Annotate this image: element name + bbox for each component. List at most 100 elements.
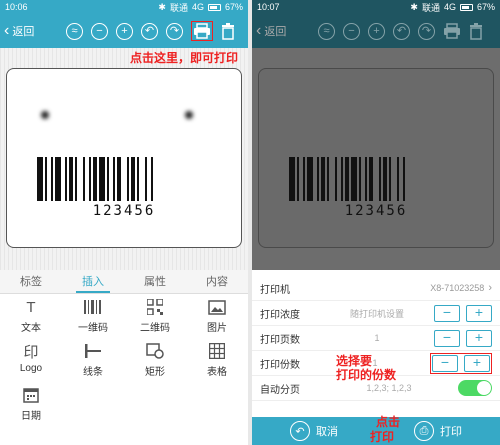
label-preview: 123456 — [258, 68, 494, 248]
printer-icon — [194, 23, 210, 39]
tab-content[interactable]: 内容 — [186, 270, 248, 293]
tool-label: Logo — [19, 363, 43, 374]
back-button[interactable]: ‹ 返回 — [4, 23, 60, 39]
copies-stepper: − + — [430, 352, 492, 374]
tool-label: 一维码 — [78, 323, 108, 334]
back-label: 返回 — [264, 26, 287, 38]
pages-decrease-button[interactable]: − — [434, 329, 460, 347]
copies-annotation-line2: 打印的份数 — [336, 368, 397, 382]
print-label: 打印 — [440, 426, 462, 438]
editor-screen: 10:06 ✱ 联通 4G 67% ‹ 返回 ≈ − + ↶ ↷ 123456 … — [0, 0, 248, 445]
undo-icon[interactable]: ↶ — [141, 22, 158, 40]
copies-increase-button[interactable]: + — [464, 354, 490, 372]
status-time: 10:06 — [5, 2, 28, 12]
redo-icon: ↷ — [418, 22, 435, 40]
print-annotation: 点击这里，即可打印 — [130, 51, 239, 65]
status-time: 10:07 — [257, 2, 280, 12]
print-button[interactable] — [191, 21, 213, 41]
chevron-left-icon: ‹ — [4, 22, 10, 39]
tool-label: 图片 — [207, 323, 227, 334]
chevron-left-icon: ‹ — [256, 22, 262, 39]
status-battery: 67% — [224, 2, 243, 12]
copies-decrease-button[interactable]: − — [432, 354, 458, 372]
density-increase-button[interactable]: + — [466, 304, 492, 322]
battery-icon — [459, 3, 473, 11]
density-row: 打印浓度 随打印机设置 − + — [252, 301, 500, 326]
back-arrow-icon: ↶ — [290, 421, 310, 441]
insert-text-button[interactable]: T 文本 — [0, 298, 62, 335]
density-decrease-button[interactable]: − — [434, 304, 460, 322]
tool-label: 二维码 — [140, 323, 170, 334]
delete-button[interactable] — [221, 22, 235, 40]
tool-label: 文本 — [21, 323, 41, 334]
barcode-number: 123456 — [92, 203, 156, 219]
printer-label: 打印机 — [260, 284, 290, 296]
auto-paging-label: 自动分页 — [260, 384, 300, 396]
insert-line-button[interactable]: 线条 — [62, 342, 124, 378]
logo-icon: 印 — [23, 343, 39, 361]
trash-icon — [469, 22, 483, 40]
tab-properties[interactable]: 属性 — [124, 270, 186, 293]
line-icon — [83, 342, 103, 360]
label-preview[interactable]: 123456 — [6, 68, 242, 248]
insert-barcode-button[interactable]: 一维码 — [62, 298, 124, 334]
tab-insert[interactable]: 插入 — [62, 270, 124, 293]
editor-toolbar-dimmed: ‹ 返回 ≈ − + ↶ ↷ — [252, 14, 500, 48]
auto-paging-toggle[interactable] — [458, 380, 492, 396]
zoom-in-icon: + — [368, 22, 385, 40]
chevron-right-icon: › — [488, 282, 492, 294]
bluetooth-icon: ✱ — [158, 1, 166, 12]
pages-value: 1 — [374, 333, 380, 343]
label-canvas-dimmed: 123456 — [252, 48, 500, 270]
print-settings-screen: 10:07 ✱ 联通 4G 67% ‹ 返回 ≈ − + ↶ ↷ 123456 … — [252, 0, 500, 445]
align-icon: ≈ — [318, 22, 335, 40]
barcode-graphic — [289, 157, 465, 201]
insert-date-button[interactable]: 日期 — [0, 386, 62, 422]
pages-label: 打印页数 — [260, 334, 300, 346]
insert-qrcode-button[interactable]: 二维码 — [124, 298, 186, 334]
tool-label: 矩形 — [145, 367, 165, 378]
zoom-in-icon[interactable]: + — [116, 22, 133, 40]
status-bar: 10:07 ✱ 联通 4G 67% — [252, 0, 500, 14]
tab-label[interactable]: 标签 — [0, 270, 62, 293]
copies-label: 打印份数 — [260, 359, 300, 371]
back-label: 返回 — [12, 26, 35, 38]
cancel-button[interactable]: ↶ 取消 — [252, 417, 376, 445]
status-carrier: 联通 — [421, 2, 440, 13]
barcode-graphic[interactable] — [37, 157, 213, 201]
trash-icon — [222, 22, 234, 40]
pages-increase-button[interactable]: + — [466, 329, 492, 347]
zoom-out-icon[interactable]: − — [91, 22, 108, 40]
cancel-label: 取消 — [316, 426, 338, 438]
editor-toolbar: ‹ 返回 ≈ − + ↶ ↷ — [0, 14, 248, 48]
barcode-number: 123456 — [344, 203, 408, 219]
status-carrier: 联通 — [169, 2, 188, 13]
insert-tools: T 文本 一维码 二维码 图片 印 Logo 线条 矩形 表格 日期 — [0, 298, 248, 423]
ink-smudge — [41, 111, 49, 119]
undo-icon: ↶ — [393, 22, 410, 40]
printer-row[interactable]: 打印机 X8-71023258 › — [252, 276, 500, 301]
insert-rectangle-button[interactable]: 矩形 — [124, 342, 186, 378]
barcode-space — [153, 157, 155, 201]
insert-image-button[interactable]: 图片 — [186, 298, 248, 334]
insert-table-button[interactable]: 表格 — [186, 342, 248, 378]
qrcode-icon — [145, 298, 165, 316]
align-icon[interactable]: ≈ — [66, 22, 83, 40]
calendar-icon — [21, 386, 41, 404]
printer-value: X8-71023258 — [430, 283, 485, 293]
ink-smudge — [185, 111, 193, 119]
redo-icon[interactable]: ↷ — [166, 22, 183, 40]
rectangle-icon — [145, 342, 165, 360]
printer-icon — [443, 23, 461, 39]
table-icon — [207, 342, 227, 360]
image-icon — [207, 298, 227, 316]
back-button: ‹ 返回 — [256, 23, 312, 39]
insert-logo-button[interactable]: 印 Logo — [0, 342, 62, 378]
tool-label: 日期 — [21, 411, 41, 422]
status-network: 4G — [191, 2, 204, 12]
status-bar: 10:06 ✱ 联通 4G 67% — [0, 0, 248, 14]
pages-row: 打印页数 1 − + — [252, 326, 500, 351]
tool-label: 线条 — [83, 367, 103, 378]
density-label: 打印浓度 — [260, 309, 300, 321]
bluetooth-icon: ✱ — [410, 1, 418, 12]
